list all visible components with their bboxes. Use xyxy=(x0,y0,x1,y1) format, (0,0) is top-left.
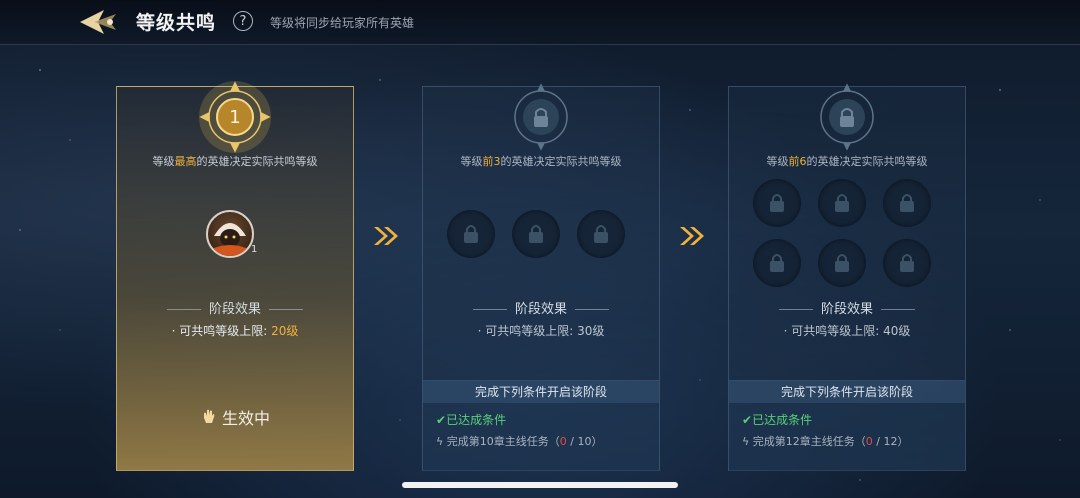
page-title: 等级共鸣 xyxy=(136,12,217,34)
top-bar: 等级共鸣 ? 等级将同步给玩家所有英雄 xyxy=(0,0,1080,45)
lock-medal-icon xyxy=(514,83,568,151)
check-icon: ✔ xyxy=(742,413,753,427)
effect-value: 40级 xyxy=(883,324,911,338)
help-icon[interactable]: ? xyxy=(233,11,253,31)
hero-slot-locked xyxy=(818,239,866,287)
lock-icon xyxy=(770,194,784,212)
stage-effect-title: 阶段效果 xyxy=(729,298,965,317)
condition-task: ϟ 完成第12章主线任务（0 / 12） xyxy=(742,433,908,449)
lock-icon xyxy=(835,194,849,212)
conditions-title: 完成下列条件开启该阶段 xyxy=(423,381,659,403)
effect-label: · 可共鸣等级上限: xyxy=(783,324,884,338)
stage-card-1[interactable]: 1 等级最高的英雄决定实际共鸣等级 1 阶段效果 · 可共鸣等级上限: 20级 … xyxy=(116,81,354,471)
desc-highlight: 最高 xyxy=(174,155,197,168)
check-icon: ✔ xyxy=(436,413,447,427)
stage-effect: · 可共鸣等级上限: 40级 xyxy=(729,322,965,339)
effect-value: 20级 xyxy=(271,324,299,338)
hero-slot-locked xyxy=(577,210,625,258)
home-indicator[interactable] xyxy=(402,482,678,488)
unlock-conditions: 完成下列条件开启该阶段 ✔已达成条件 ϟ 完成第10章主线任务（0 / 10） xyxy=(423,380,659,471)
stage-card-3[interactable]: 等级前6的英雄决定实际共鸣等级 阶段效果 · 可共鸣等级上限: 40级 完成下列… xyxy=(728,83,966,471)
stage-effect-title: 阶段效果 xyxy=(117,298,353,317)
stage-description: 等级前3的英雄决定实际共鸣等级 xyxy=(423,153,659,169)
task-text: 完成第10章主线任务（ xyxy=(446,435,560,448)
lock-icon xyxy=(900,194,914,212)
back-button[interactable] xyxy=(76,6,124,38)
stage-effect-title: 阶段效果 xyxy=(423,298,659,317)
hero-slot-locked xyxy=(818,179,866,227)
unlock-conditions: 完成下列条件开启该阶段 ✔已达成条件 ϟ 完成第12章主线任务（0 / 12） xyxy=(729,380,965,471)
back-arrow-icon[interactable] xyxy=(76,6,124,38)
lightning-icon: ϟ xyxy=(436,435,447,448)
double-chevron-right-icon xyxy=(374,227,398,245)
hero-avatar[interactable] xyxy=(206,210,254,258)
effect-title-text: 阶段效果 xyxy=(208,302,261,317)
hero-slot-locked xyxy=(883,179,931,227)
condition-task: ϟ 完成第10章主线任务（0 / 10） xyxy=(436,433,602,449)
hand-icon xyxy=(203,409,215,423)
condition-done: ✔已达成条件 xyxy=(436,411,506,428)
lightning-icon: ϟ xyxy=(742,435,753,448)
page-subtitle: 等级将同步给玩家所有英雄 xyxy=(270,16,415,30)
task-progress: 0 xyxy=(559,435,567,448)
desc-highlight: 前3 xyxy=(482,155,501,168)
desc-suffix: 的英雄决定实际共鸣等级 xyxy=(500,155,622,168)
double-chevron-right-icon xyxy=(680,227,704,245)
medal-number: 1 xyxy=(229,107,241,128)
lock-icon xyxy=(529,225,543,243)
desc-suffix: 的英雄决定实际共鸣等级 xyxy=(196,155,318,168)
desc-highlight: 前6 xyxy=(788,155,807,168)
lock-icon xyxy=(594,225,608,243)
desc-prefix: 等级 xyxy=(152,155,175,168)
desc-suffix: 的英雄决定实际共鸣等级 xyxy=(806,155,928,168)
task-total: / 12） xyxy=(872,435,909,448)
stage-card-2[interactable]: 等级前3的英雄决定实际共鸣等级 阶段效果 · 可共鸣等级上限: 30级 完成下列… xyxy=(422,83,660,471)
effect-label: · 可共鸣等级上限: xyxy=(171,324,272,338)
condition-done-text: 已达成条件 xyxy=(446,413,507,427)
task-total: / 10） xyxy=(566,435,603,448)
lock-icon xyxy=(770,254,784,272)
lock-medal-icon xyxy=(820,83,874,151)
effect-title-text: 阶段效果 xyxy=(514,302,567,317)
condition-done-text: 已达成条件 xyxy=(752,413,813,427)
task-text: 完成第12章主线任务（ xyxy=(752,435,866,448)
effect-title-text: 阶段效果 xyxy=(820,302,873,317)
lock-icon xyxy=(835,254,849,272)
effect-value: 30级 xyxy=(577,324,605,338)
hero-slot-locked xyxy=(753,179,801,227)
desc-prefix: 等级 xyxy=(766,155,789,168)
hero-slot-locked xyxy=(883,239,931,287)
desc-prefix: 等级 xyxy=(460,155,483,168)
lock-icon xyxy=(464,225,478,243)
hero-level: 1 xyxy=(251,244,258,255)
lock-icon xyxy=(900,254,914,272)
hero-slot-locked xyxy=(512,210,560,258)
status-text: 生效中 xyxy=(221,409,270,428)
hero-portrait xyxy=(214,223,246,256)
conditions-title: 完成下列条件开启该阶段 xyxy=(729,381,965,403)
stage-description: 等级最高的英雄决定实际共鸣等级 xyxy=(117,153,353,169)
effect-label: · 可共鸣等级上限: xyxy=(477,324,578,338)
active-status: 生效中 xyxy=(117,405,353,429)
condition-done: ✔已达成条件 xyxy=(742,411,812,428)
stage-effect: · 可共鸣等级上限: 20级 xyxy=(117,322,353,339)
stage-effect: · 可共鸣等级上限: 30级 xyxy=(423,322,659,339)
stage-description: 等级前6的英雄决定实际共鸣等级 xyxy=(729,153,965,169)
hero-slot-locked xyxy=(447,210,495,258)
task-progress: 0 xyxy=(865,435,873,448)
hero-slot-locked xyxy=(753,239,801,287)
